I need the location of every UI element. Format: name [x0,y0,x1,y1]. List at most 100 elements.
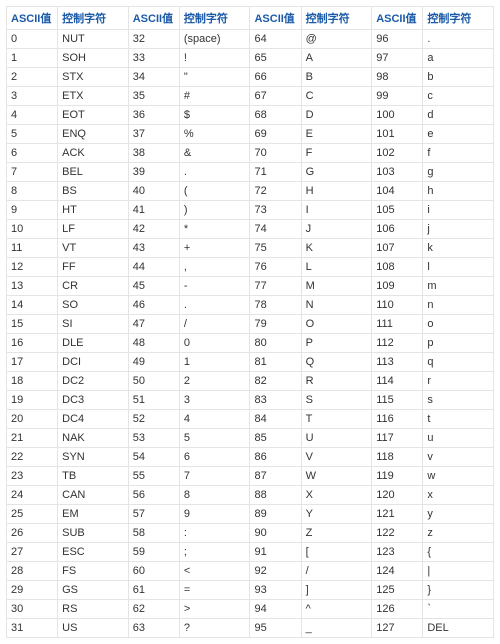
control-char-cell: v [423,448,494,467]
table-row: 24CAN56888X120x [7,486,494,505]
ascii-value-cell: 57 [128,505,179,524]
ascii-value-cell: 117 [372,429,423,448]
control-char-cell: ) [179,201,250,220]
table-row: 14SO46.78N110n [7,296,494,315]
control-char-cell: DLE [58,334,129,353]
table-row: 30RS62>94^126` [7,600,494,619]
ascii-value-cell: 48 [128,334,179,353]
control-char-cell: E [301,125,372,144]
control-char-cell: U [301,429,372,448]
ascii-value-cell: 116 [372,410,423,429]
control-char-cell: BS [58,182,129,201]
ascii-value-cell: 15 [7,315,58,334]
control-char-cell: } [423,581,494,600]
ascii-value-cell: 121 [372,505,423,524]
control-char-cell: DC4 [58,410,129,429]
header-char-1: 控制字符 [58,7,129,30]
control-char-cell: q [423,353,494,372]
control-char-cell: 3 [179,391,250,410]
ascii-value-cell: 75 [250,239,301,258]
control-char-cell: TB [58,467,129,486]
control-char-cell: ! [179,49,250,68]
control-char-cell: : [179,524,250,543]
ascii-value-cell: 9 [7,201,58,220]
ascii-value-cell: 4 [7,106,58,125]
ascii-value-cell: 91 [250,543,301,562]
table-row: 5ENQ37%69E101e [7,125,494,144]
control-char-cell: K [301,239,372,258]
control-char-cell: ESC [58,543,129,562]
control-char-cell: J [301,220,372,239]
ascii-value-cell: 2 [7,68,58,87]
table-row: 17DCI49181Q113q [7,353,494,372]
control-char-cell: EOT [58,106,129,125]
ascii-value-cell: 68 [250,106,301,125]
table-row: 8BS40(72H104h [7,182,494,201]
ascii-value-cell: 103 [372,163,423,182]
table-row: 19DC351383S115s [7,391,494,410]
ascii-value-cell: 44 [128,258,179,277]
table-row: 23TB55787W119w [7,467,494,486]
ascii-value-cell: 73 [250,201,301,220]
ascii-value-cell: 97 [372,49,423,68]
ascii-value-cell: 72 [250,182,301,201]
control-char-cell: b [423,68,494,87]
ascii-value-cell: 3 [7,87,58,106]
ascii-value-cell: 6 [7,144,58,163]
control-char-cell: BEL [58,163,129,182]
control-char-cell: US [58,619,129,638]
control-char-cell: Y [301,505,372,524]
table-row: 0NUT32(space)64@96. [7,30,494,49]
control-char-cell: H [301,182,372,201]
ascii-value-cell: 83 [250,391,301,410]
control-char-cell: SI [58,315,129,334]
ascii-value-cell: 109 [372,277,423,296]
ascii-value-cell: 56 [128,486,179,505]
ascii-value-cell: 30 [7,600,58,619]
ascii-value-cell: 122 [372,524,423,543]
table-row: 3ETX35#67C99c [7,87,494,106]
control-char-cell: R [301,372,372,391]
ascii-value-cell: 27 [7,543,58,562]
ascii-value-cell: 17 [7,353,58,372]
control-char-cell: s [423,391,494,410]
control-char-cell: f [423,144,494,163]
ascii-value-cell: 66 [250,68,301,87]
control-char-cell: EM [58,505,129,524]
control-char-cell: T [301,410,372,429]
ascii-value-cell: 80 [250,334,301,353]
control-char-cell: ? [179,619,250,638]
ascii-value-cell: 67 [250,87,301,106]
control-char-cell: W [301,467,372,486]
ascii-value-cell: 119 [372,467,423,486]
control-char-cell: FS [58,562,129,581]
control-char-cell: z [423,524,494,543]
ascii-value-cell: 84 [250,410,301,429]
ascii-value-cell: 78 [250,296,301,315]
control-char-cell: 6 [179,448,250,467]
header-value-1: ASCII值 [7,7,58,30]
control-char-cell: B [301,68,372,87]
ascii-value-cell: 113 [372,353,423,372]
ascii-value-cell: 71 [250,163,301,182]
ascii-value-cell: 35 [128,87,179,106]
control-char-cell: p [423,334,494,353]
ascii-value-cell: 31 [7,619,58,638]
ascii-table: ASCII值 控制字符 ASCII值 控制字符 ASCII值 控制字符 ASCI… [6,6,494,638]
ascii-value-cell: 92 [250,562,301,581]
table-row: 27ESC59;91[123{ [7,543,494,562]
control-char-cell: { [423,543,494,562]
ascii-value-cell: 52 [128,410,179,429]
control-char-cell: SYN [58,448,129,467]
control-char-cell: r [423,372,494,391]
table-row: 31US63?95_127DEL [7,619,494,638]
ascii-value-cell: 94 [250,600,301,619]
header-char-4: 控制字符 [423,7,494,30]
header-value-3: ASCII值 [250,7,301,30]
header-char-3: 控制字符 [301,7,372,30]
control-char-cell: SOH [58,49,129,68]
ascii-value-cell: 85 [250,429,301,448]
ascii-value-cell: 38 [128,144,179,163]
header-row: ASCII值 控制字符 ASCII值 控制字符 ASCII值 控制字符 ASCI… [7,7,494,30]
control-char-cell: l [423,258,494,277]
